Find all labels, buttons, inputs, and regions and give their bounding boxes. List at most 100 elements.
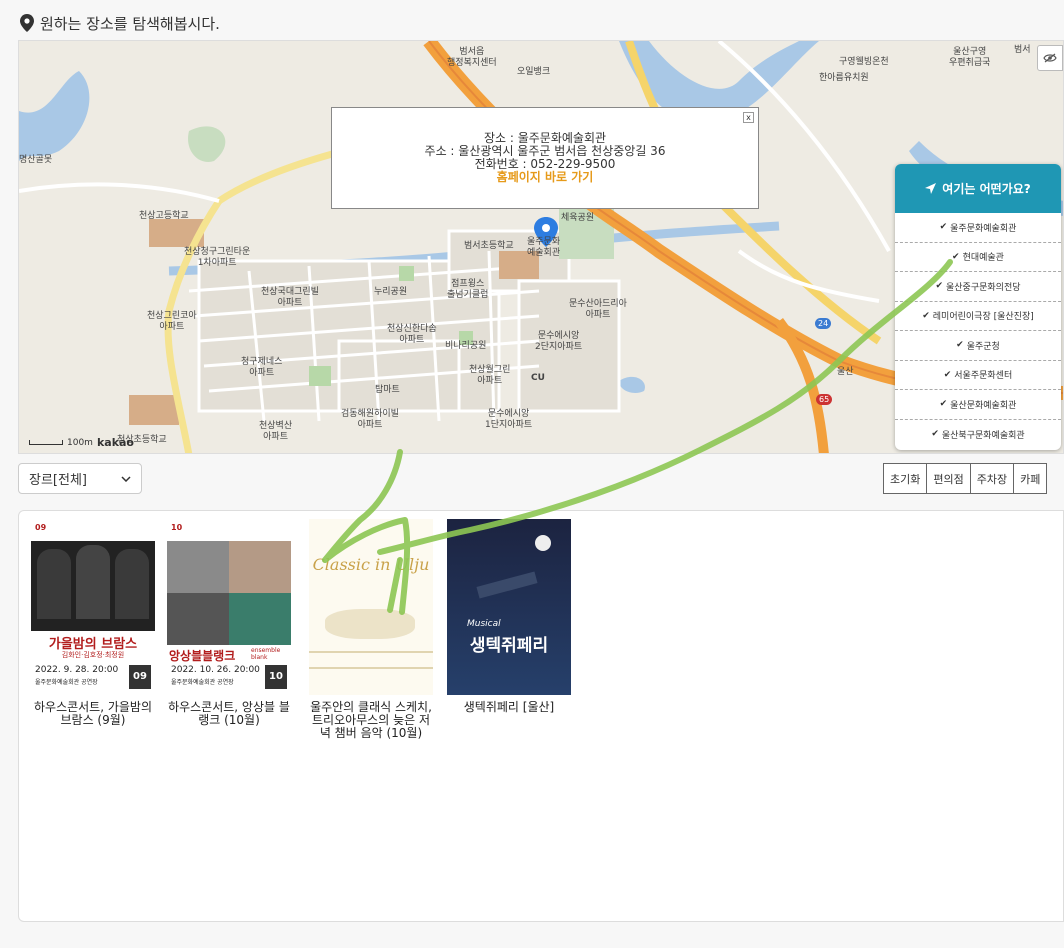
place-item[interactable]: ✔ 현대예술관 [895, 243, 1061, 272]
poster-title: Classic in Ulju [312, 555, 430, 574]
poster-title: 생텍쥐페리 [469, 636, 549, 656]
poster-image: Classic in Ulju [309, 519, 433, 695]
place-list: ✔ 울주문화예술회관 ✔ 현대예술관 ✔ 울산중구문화의전당 ✔ 레미어린이극장 [울산… [895, 213, 1061, 449]
map-label: CU [531, 373, 545, 383]
map-label: 구영웰빙온천 [839, 57, 889, 67]
kakao-logo: kakao [96, 436, 134, 449]
place-item-label: 현대예술관 [962, 253, 1004, 264]
popup-homepage-link[interactable]: 홈페이지 바로 가기 [332, 171, 758, 184]
map-label: 울산구영 우편취급국 [949, 47, 991, 68]
performance-title[interactable]: 생텍쥐페리 [울산] [447, 701, 571, 714]
scale-label: 100m [67, 437, 93, 448]
poster-image: Musical 생텍쥐페리 [447, 519, 571, 695]
map-view[interactable]: 범서읍 행정복지센터 오일뱅크 구영웰빙온천 한아름유치원 울산구영 우편취급국 범… [18, 40, 1064, 454]
performance-card[interactable]: 10 앙상블블랭크 ensemble blank 2022. 10. 26. 2… [167, 519, 291, 727]
check-icon: ✔ [939, 222, 948, 233]
place-item[interactable]: ✔ 서울주문화센터 [895, 361, 1061, 390]
cafe-button[interactable]: 카페 [1013, 463, 1048, 494]
place-item[interactable]: ✔ 울산문화예술회관 [895, 390, 1061, 420]
map-label: 울주문화 예술회관 [527, 237, 561, 258]
map-label: 문수에시앙 2단지아파트 [535, 331, 583, 352]
check-icon: ✔ [956, 340, 964, 351]
map-label: 점프윙스 출넘기클럽 [447, 279, 489, 300]
eye-off-icon [1043, 53, 1057, 63]
map-label: 울산 [837, 367, 854, 377]
poster-tag: 09 [35, 523, 47, 532]
map-label: 오일뱅크 [517, 67, 551, 77]
poster-venue: 울주문화예술회관 공연장 [171, 679, 234, 686]
performance-title[interactable]: 울주안의 클래식 스케치, 트리오아무스의 늦은 저녁 챔버 음악 (10월) [309, 701, 433, 740]
place-item-label: 울산중구문화의전당 [946, 282, 1021, 293]
poster-title: 앙상블블랭크 [169, 649, 236, 663]
popup-close-button[interactable]: x [743, 112, 754, 123]
map-label: 천상월그린 아파트 [469, 365, 511, 386]
map-label: 체육공원 [561, 213, 595, 223]
page-title: 원하는 장소를 탐색해봅시다. [40, 14, 220, 33]
place-panel-header: 여기는 어떤가요? [895, 164, 1061, 213]
performance-card[interactable]: Classic in Ulju 울주안의 클래식 스케치, 트리오아무스의 늦은… [309, 519, 433, 740]
map-label: 탑마트 [375, 385, 400, 395]
place-item-label: 울주문화예술회관 [950, 223, 1017, 234]
poster-venue: 울주문화예술회관 공연장 [35, 679, 98, 686]
check-icon: ✔ [931, 429, 939, 440]
check-icon: ✔ [943, 369, 952, 380]
map-label: 청구제네스 아파트 [241, 357, 283, 378]
map-label: 범서초등학교 [464, 241, 514, 251]
place-item[interactable]: ✔ 울주문화예술회관 [895, 213, 1061, 243]
map-label: 천상그린코아 아파트 [147, 311, 197, 332]
place-item[interactable]: ✔ 울주군청 [895, 331, 1061, 361]
place-item[interactable]: ✔ 레미어린이극장 [울산진장] [895, 302, 1061, 331]
navigation-arrow-icon [925, 183, 937, 194]
map-label: 문수산아드리아 아파트 [569, 299, 627, 320]
map-label: 검동해원하이빌 아파트 [341, 409, 399, 430]
map-label: 문수에시앙 1단지아파트 [485, 409, 533, 430]
poster-tag: 10 [171, 523, 183, 532]
map-label: 범서읍 행정복지센터 [447, 47, 497, 68]
check-icon: ✔ [952, 251, 960, 262]
page-header: 원하는 장소를 탐색해봅시다. [20, 12, 220, 34]
map-label: 천상벽산 아파트 [259, 421, 293, 442]
place-item[interactable]: ✔ 울산중구문화의전당 [895, 272, 1061, 302]
poster-date: 2022. 9. 28. 20:00 [35, 665, 119, 675]
map-view-toggle-button[interactable] [1037, 45, 1063, 71]
place-item-label: 울산북구문화예술회관 [941, 430, 1025, 441]
place-item[interactable]: ✔ 울산북구문화예술회관 [895, 420, 1061, 450]
road-number-badge: 65 [816, 394, 833, 405]
poster-subtitle: 김화인·김호정·최정원 [61, 651, 125, 659]
performance-title[interactable]: 하우스콘서트, 가을밤의 브람스 (9월) [31, 701, 155, 727]
convenience-store-button[interactable]: 편의점 [926, 463, 971, 494]
map-label: 천상청구그린타운 1차아파트 [184, 247, 251, 268]
poster-month-badge: 09 [129, 665, 151, 689]
check-icon: ✔ [922, 310, 930, 321]
genre-select-value: 장르[전체] [29, 473, 87, 488]
performance-results: 09 가을밤의 브람스 김화인·김호정·최정원 2022. 9. 28. 20:… [18, 510, 1064, 922]
performance-card[interactable]: Musical 생텍쥐페리 생텍쥐페리 [울산] [447, 519, 571, 714]
poster-subtitle: Musical [467, 619, 501, 629]
map-label: 비나리공원 [445, 341, 487, 351]
page: 원하는 장소를 탐색해봅시다. 범서읍 행정복지센터 오일뱅크 구영웰빙온천 한… [0, 0, 1064, 948]
map-label: 명산골못 [19, 155, 53, 165]
poster-image: 10 앙상블블랭크 ensemble blank 2022. 10. 26. 2… [167, 519, 291, 695]
place-info-popup: x 장소 : 울주문화예술회관 주소 : 울산광역시 울주군 범서읍 천상중앙길… [331, 107, 759, 209]
poster-image: 09 가을밤의 브람스 김화인·김호정·최정원 2022. 9. 28. 20:… [31, 519, 155, 695]
check-icon: ✔ [939, 399, 948, 410]
performance-title[interactable]: 하우스콘서트, 앙상블 블랭크 (10월) [167, 701, 291, 727]
map-scale: 100m kakao [29, 436, 134, 449]
place-item-label: 울산문화예술회관 [950, 400, 1017, 411]
map-label: 천상신한다솜 아파트 [387, 324, 437, 345]
map-label: 범서 [1014, 45, 1031, 55]
place-item-label: 레미어린이극장 [울산진장] [932, 312, 1034, 323]
reset-button[interactable]: 초기화 [883, 463, 928, 494]
place-panel-title: 여기는 어떤가요? [942, 182, 1031, 196]
road-number-badge: 24 [815, 318, 832, 329]
category-button-group: 초기화 편의점 주차장 카페 [883, 463, 1048, 494]
map-label: 천상고등학교 [139, 211, 189, 221]
poster-month-badge: 10 [265, 665, 287, 689]
location-pin-icon [20, 14, 34, 32]
map-label: 천상국대그린빌 아파트 [261, 287, 319, 308]
performance-card[interactable]: 09 가을밤의 브람스 김화인·김호정·최정원 2022. 9. 28. 20:… [31, 519, 155, 727]
parking-button[interactable]: 주차장 [969, 463, 1015, 494]
scale-bar [29, 440, 63, 445]
map-label: 누리공원 [374, 287, 408, 297]
genre-select[interactable]: 장르[전체] [18, 463, 142, 494]
